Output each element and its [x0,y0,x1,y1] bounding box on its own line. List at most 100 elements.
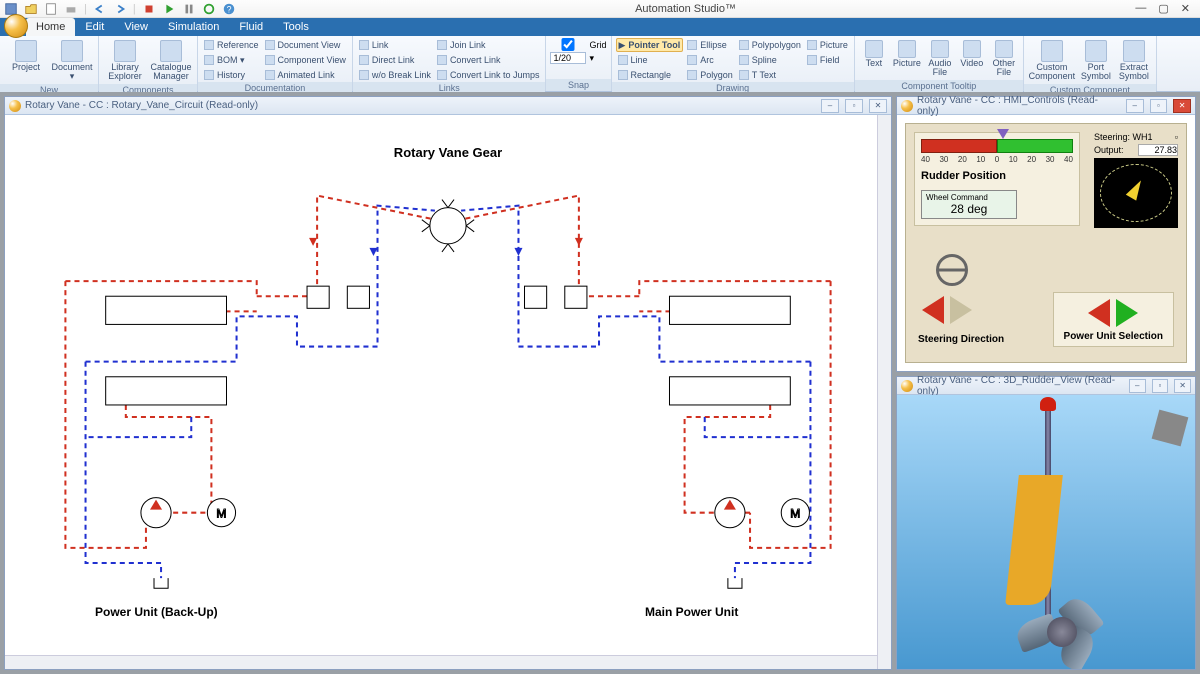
rudder-position-label: Rudder Position [921,170,1073,182]
maximize-button[interactable]: ▢ [1158,2,1168,15]
minimize-button[interactable]: — [1135,2,1146,15]
tt-picture-button[interactable]: Picture [891,38,923,70]
sim-step-icon[interactable] [202,2,216,16]
bom-button[interactable]: BOM ▾ [202,53,261,67]
panel-close-button[interactable]: ✕ [869,99,887,113]
group-drawing: ▶Pointer Tool Line Rectangle Ellipse Arc… [612,36,855,91]
threed-viewport[interactable] [897,395,1195,669]
spline-button[interactable]: Spline [737,53,803,67]
link-button[interactable]: Link [357,38,433,52]
print-icon[interactable] [64,2,78,16]
tab-view[interactable]: View [114,18,158,36]
threed-panel-title: Rotary Vane - CC : 3D_Rudder_View (Read-… [917,375,1119,397]
sim-pause-icon[interactable] [182,2,196,16]
h-scrollbar[interactable] [5,655,877,669]
tab-tools[interactable]: Tools [273,18,319,36]
tt-text-button[interactable]: Text [859,38,889,70]
tt-video-button[interactable]: Video [957,38,987,70]
tab-fluid[interactable]: Fluid [229,18,273,36]
grid-checkbox[interactable] [550,38,586,51]
picture-button[interactable]: Picture [805,38,850,52]
ribbon: Project Document▾ New Library Explorer C… [0,36,1200,92]
join-link-button[interactable]: Join Link [435,38,542,52]
group-documentation: Reference BOM ▾ History Document View Co… [198,36,353,91]
project-button[interactable]: Project [4,38,48,74]
ribbon-tabs: Home Edit View Simulation Fluid Tools [0,18,1200,36]
threed-panel: Rotary Vane - CC : 3D_Rudder_View (Read-… [896,376,1196,670]
steering-wheel-icon[interactable] [936,254,968,286]
text-button[interactable]: T Text [737,68,803,82]
history-button[interactable]: History [202,68,261,82]
reference-button[interactable]: Reference [202,38,261,52]
wo-break-link-button[interactable]: w/o Break Link [357,68,433,82]
svg-text:?: ? [226,4,231,14]
polygon-button[interactable]: Polygon [685,68,735,82]
steer-left-button[interactable] [922,296,944,324]
animated-link-button[interactable]: Animated Link [263,68,348,82]
direct-link-button[interactable]: Direct Link [357,53,433,67]
group-new: Project Document▾ New [0,36,99,91]
close-button[interactable]: ✕ [1181,2,1190,15]
tt-audio-button[interactable]: Audio File [925,38,955,80]
v-scrollbar[interactable] [877,115,891,669]
circuit-canvas[interactable]: Rotary Vane Gear Power Unit (Back-Up) Ma… [5,115,891,669]
grid-value-input[interactable] [550,52,586,64]
rectangle-button[interactable]: Rectangle [616,68,684,82]
hmi-panel: Rotary Vane - CC : HMI_Controls (Read-on… [896,96,1196,372]
panel-close-button[interactable]: ✕ [1173,99,1191,113]
port-symbol-button[interactable]: Port Symbol [1078,38,1114,84]
svg-text:M: M [790,507,800,521]
panel-min-button[interactable]: – [821,99,839,113]
open-icon[interactable] [24,2,38,16]
document-view-button[interactable]: Document View [263,38,348,52]
panel-max-button[interactable]: ▫ [1152,379,1169,393]
panel-max-button[interactable]: ▫ [845,99,863,113]
arc-button[interactable]: Arc [685,53,735,67]
steering-direction-label: Steering Direction [918,334,1004,345]
polypolygon-button[interactable]: Polypolygon [737,38,803,52]
new-doc-icon[interactable] [44,2,58,16]
quick-access-toolbar: | | ? [4,2,236,16]
compass-display [1094,158,1178,228]
panel-close-button[interactable]: ✕ [1174,379,1191,393]
help-icon[interactable]: ? [222,2,236,16]
convert-link-button[interactable]: Convert Link [435,53,542,67]
catalogue-manager-button[interactable]: Catalogue Manager [149,38,193,84]
group-tooltip: Text Picture Audio File Video Other File… [855,36,1024,91]
app-orb-button[interactable] [4,14,28,38]
panel-min-button[interactable]: – [1126,99,1144,113]
output-field[interactable] [1138,144,1178,156]
workspace: Rotary Vane - CC : Rotary_Vane_Circuit (… [0,92,1200,674]
svg-text:M: M [216,507,226,521]
extract-symbol-button[interactable]: Extract Symbol [1116,38,1152,84]
steer-right-button[interactable] [950,296,972,324]
pu-right-button[interactable] [1116,299,1138,327]
panel-icon [901,380,913,392]
redo-icon[interactable] [113,2,127,16]
rudder-blade [1005,475,1063,605]
hmi-panel-title: Rotary Vane - CC : HMI_Controls (Read-on… [917,95,1116,117]
tt-other-button[interactable]: Other File [989,38,1019,80]
undo-icon[interactable] [93,2,107,16]
custom-component-button[interactable]: Custom Component [1028,38,1076,84]
pointer-tool-button[interactable]: ▶Pointer Tool [616,38,684,52]
library-explorer-button[interactable]: Library Explorer [103,38,147,84]
field-button[interactable]: Field [805,53,850,67]
pu-left-button[interactable] [1088,299,1110,327]
tab-simulation[interactable]: Simulation [158,18,229,36]
panel-max-button[interactable]: ▫ [1150,99,1168,113]
line-button[interactable]: Line [616,53,684,67]
panel-min-button[interactable]: – [1129,379,1146,393]
sim-play-icon[interactable] [162,2,176,16]
document-button[interactable]: Document▾ [50,38,94,84]
convert-link-jumps-button[interactable]: Convert Link to Jumps [435,68,542,82]
sim-stop-icon[interactable] [142,2,156,16]
tab-home[interactable]: Home [26,18,75,36]
component-view-button[interactable]: Component View [263,53,348,67]
group-snap: Grid ▾ Snap [546,36,611,91]
tab-edit[interactable]: Edit [75,18,114,36]
ellipse-button[interactable]: Ellipse [685,38,735,52]
group-components: Library Explorer Catalogue Manager Compo… [99,36,198,91]
view-cube-icon[interactable] [1152,410,1189,447]
gauge-pointer-icon [997,129,1009,139]
